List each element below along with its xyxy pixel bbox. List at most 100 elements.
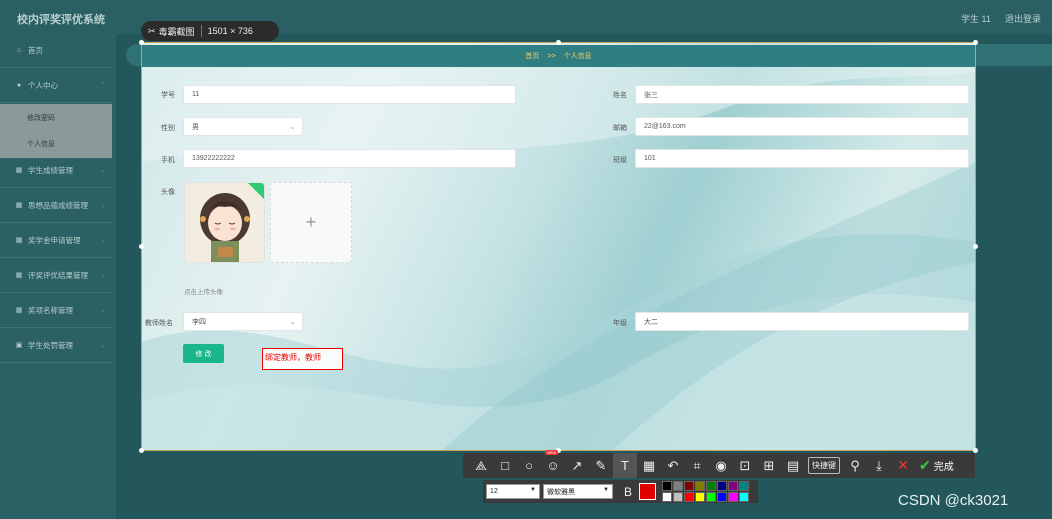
sidebar-subitem-profile[interactable]: 个人信息 — [27, 139, 55, 149]
divider — [200, 25, 202, 37]
logout-link[interactable]: 退出登录 — [1005, 12, 1041, 25]
current-color-swatch[interactable] — [639, 483, 656, 500]
add-capture-button[interactable]: ⊞ — [757, 453, 781, 478]
resize-handle-nw[interactable] — [139, 40, 144, 45]
mosaic-tool-button[interactable]: ▦ — [637, 453, 661, 478]
class-field[interactable]: 101 — [635, 149, 969, 168]
capture-logo-icon: ✂ — [148, 25, 156, 36]
arrow-tool-button[interactable]: ↗ — [565, 453, 589, 478]
rectangle-tool-button[interactable]: □ — [493, 453, 517, 478]
emoji-tool-icon: ☺ — [546, 458, 560, 473]
submit-button[interactable]: 修 改 — [183, 344, 224, 363]
student-no-label: 学号 — [161, 92, 175, 99]
chevron-down-icon: ⌄ — [100, 272, 106, 279]
sidebar-item-label: 思想品德成绩管理 — [28, 201, 88, 210]
close-icon: ✕ — [897, 457, 909, 473]
sidebar-item-score[interactable]: ▦ 学生成绩管理 ⌄ — [0, 154, 112, 188]
sidebar-item-punishment[interactable]: ▣ 学生处罚管理 ⌄ — [0, 329, 112, 363]
name-field[interactable]: 张三 — [635, 85, 969, 104]
color-swatch[interactable] — [717, 492, 727, 502]
color-swatch[interactable] — [662, 481, 672, 491]
pin-button[interactable]: ⚲ — [843, 453, 867, 478]
sidebar-item-home[interactable]: ⌂ 首页 — [0, 34, 112, 68]
grid-icon: ▦ — [15, 201, 23, 209]
comment-tool-button[interactable]: ▤ — [781, 453, 805, 478]
undo-button[interactable]: ↶ — [661, 453, 685, 478]
ocr-tool-button[interactable]: ⌗ — [685, 453, 709, 478]
color-swatch[interactable] — [684, 492, 694, 502]
capture-region[interactable]: 首页 >> 个人信息 学号 11 姓名 张三 性别 男 ⌄ 邮箱 22@163.… — [141, 42, 976, 451]
color-swatch[interactable] — [706, 481, 716, 491]
color-swatch[interactable] — [673, 481, 683, 491]
teacher-select[interactable]: 李四 ⌄ — [183, 312, 303, 331]
shortcut-button[interactable]: 快捷键 — [805, 453, 843, 478]
grade-field[interactable]: 大二 — [635, 312, 969, 331]
color-swatch[interactable] — [695, 481, 705, 491]
screenshot-size-badge: ✂ 毒霸截图 1501 × 736 — [141, 21, 279, 41]
email-field[interactable]: 22@163.com — [635, 117, 969, 136]
sidebar-item-label: 学生处罚管理 — [28, 341, 73, 350]
resize-handle-sw[interactable] — [139, 448, 144, 453]
color-swatch[interactable] — [684, 481, 694, 491]
capture-toolbar: ⟁ □ ○ NEW ☺ ↗ ✎ T ▦ ↶ ⌗ ◉ ⊡ ⊞ ▤ 快捷键 ⚲ ⤓ … — [463, 450, 975, 478]
font-family-select[interactable]: 微软雅黑 ▼ — [543, 484, 613, 499]
sidebar-item-award-result[interactable]: ▦ 评奖评优结果管理 ⌄ — [0, 259, 112, 293]
record-tool-button[interactable]: ◉ — [709, 453, 733, 478]
scroll-capture-button[interactable]: ⊡ — [733, 453, 757, 478]
emoji-tool-button[interactable]: NEW ☺ — [541, 450, 565, 478]
breadcrumb-home[interactable]: 首页 — [525, 51, 539, 61]
chevron-down-icon: ⌄ — [100, 237, 106, 244]
color-swatch[interactable] — [717, 481, 727, 491]
resize-handle-w[interactable] — [139, 244, 144, 249]
pen-tool-button[interactable]: ✎ — [589, 453, 613, 478]
shape-tool-button[interactable]: ⟁ — [469, 453, 493, 478]
done-button[interactable]: ✔ 完成 — [919, 457, 954, 474]
save-button[interactable]: ⤓ — [867, 453, 891, 478]
color-swatch[interactable] — [662, 492, 672, 502]
phone-field[interactable]: 13922222222 — [183, 149, 516, 168]
watermark: CSDN @ck3021 — [898, 492, 1009, 509]
sidebar-subitem-change-password[interactable]: 修改密码 — [27, 113, 55, 123]
dropdown-arrow-icon: ▼ — [530, 487, 536, 493]
sidebar: ⌂ 首页 ● 个人中心 ⌃ 修改密码 个人信息 ▦ 学生成绩管理 ⌄ ▦ 思想品… — [0, 34, 116, 519]
color-swatch[interactable] — [728, 492, 738, 502]
avatar-label: 头像 — [161, 189, 175, 196]
resize-handle-e[interactable] — [973, 244, 978, 249]
chevron-down-icon: ⌄ — [100, 342, 106, 349]
plus-icon: + — [305, 212, 317, 232]
sidebar-item-award-name[interactable]: ▦ 奖项名称管理 ⌄ — [0, 294, 112, 328]
breadcrumb-separator: >> — [547, 52, 556, 60]
undo-icon: ↶ — [667, 457, 679, 473]
dropdown-arrow-icon: ▼ — [603, 487, 609, 493]
gender-select[interactable]: 男 ⌄ — [183, 117, 303, 136]
avatar-thumbnail[interactable] — [184, 182, 265, 263]
sidebar-item-moral-score[interactable]: ▦ 思想品德成绩管理 ⌄ — [0, 189, 112, 223]
student-no-field[interactable]: 11 — [183, 85, 516, 104]
sidebar-item-personal-center[interactable]: ● 个人中心 ⌃ — [0, 69, 112, 103]
chevron-down-icon: ⌄ — [100, 307, 106, 314]
chevron-down-icon: ⌄ — [100, 202, 106, 209]
color-swatch[interactable] — [739, 492, 749, 502]
color-swatch[interactable] — [728, 481, 738, 491]
cancel-button[interactable]: ✕ — [891, 453, 915, 478]
text-annotation[interactable]: 绑定教师，教师 — [262, 348, 343, 370]
color-swatch[interactable] — [706, 492, 716, 502]
resize-handle-ne[interactable] — [973, 40, 978, 45]
mosaic-tool-icon: ▦ — [642, 457, 656, 473]
scroll-capture-icon: ⊡ — [739, 457, 751, 473]
ellipse-tool-button[interactable]: ○ — [517, 453, 541, 478]
color-swatch[interactable] — [673, 492, 683, 502]
bold-toggle[interactable]: B — [621, 485, 635, 499]
grid-icon: ▦ — [15, 271, 23, 279]
text-tool-button[interactable]: T — [613, 453, 637, 478]
color-swatch[interactable] — [739, 481, 749, 491]
capture-app-name: 毒霸截图 — [158, 26, 195, 37]
font-size-select[interactable]: 12 ▼ — [486, 484, 540, 499]
resize-handle-n[interactable] — [556, 40, 561, 45]
ocr-tool-icon: ⌗ — [693, 457, 701, 473]
sidebar-item-scholarship[interactable]: ▦ 奖学金申请管理 ⌄ — [0, 224, 112, 258]
avatar-upload-button[interactable]: + — [270, 182, 352, 263]
app-title: 校内评奖评优系统 — [17, 14, 105, 26]
avatar-upload-hint: 点击上传头像 — [184, 289, 223, 296]
color-swatch[interactable] — [695, 492, 705, 502]
